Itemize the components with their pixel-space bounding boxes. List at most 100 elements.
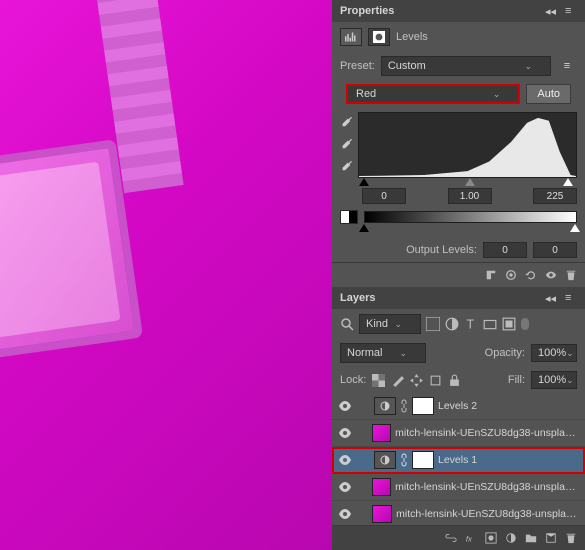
layer-item-levels-2[interactable]: Levels 2 [332, 393, 585, 420]
search-icon[interactable] [340, 317, 354, 331]
channel-row: Red ⌄ Auto [332, 80, 585, 108]
visibility-toggle[interactable] [338, 399, 352, 413]
layer-item-image-copy-2[interactable]: mitch-lensink-UEnSZU8dg38-unsplash copy … [332, 474, 585, 501]
filter-kind-dropdown[interactable]: Kind ⌄ [359, 314, 421, 334]
properties-panel-header[interactable]: Properties ◂◂ ≡ [332, 0, 585, 22]
eyedropper-black-icon[interactable] [340, 116, 352, 128]
layer-list[interactable]: Levels 2 mitch-lensink-UEnSZU8dg38-unspl… [332, 393, 585, 525]
layer-fx-icon[interactable]: fx [465, 532, 477, 544]
lock-artboard-icon[interactable] [429, 374, 442, 387]
input-levels-fields [362, 188, 577, 204]
layer-name: Levels 1 [438, 454, 477, 466]
chevron-down-icon: ⌄ [399, 348, 407, 359]
filter-shape-icon[interactable] [483, 317, 497, 331]
view-previous-icon[interactable] [505, 269, 517, 281]
toggle-visibility-icon[interactable] [545, 269, 557, 281]
lock-row: Lock: Fill: 100% ⌄ [332, 367, 585, 393]
preset-menu-icon[interactable]: ≡ [557, 56, 577, 76]
output-white-slider[interactable] [570, 224, 580, 232]
collapse-icon[interactable]: ◂◂ [545, 5, 557, 17]
histogram[interactable] [358, 112, 577, 178]
blend-mode-dropdown[interactable]: Normal ⌄ [340, 343, 426, 363]
layers-footer: fx [332, 525, 585, 550]
output-black-slider[interactable] [359, 224, 369, 232]
input-white-slider[interactable] [563, 178, 573, 186]
mask-thumb [412, 397, 434, 415]
mask-icon[interactable] [368, 28, 390, 46]
new-layer-icon[interactable] [545, 532, 557, 544]
mask-thumb [412, 451, 434, 469]
new-group-icon[interactable] [525, 532, 537, 544]
output-black-field[interactable] [483, 242, 527, 258]
input-black-field[interactable] [362, 188, 406, 204]
filter-type-icon[interactable]: T [464, 317, 478, 331]
lock-label: Lock: [340, 374, 366, 386]
document-canvas[interactable] [0, 0, 332, 550]
output-gradient[interactable] [364, 211, 577, 223]
input-black-slider[interactable] [359, 178, 369, 186]
add-mask-icon[interactable] [485, 532, 497, 544]
fill-value: 100% [538, 374, 566, 386]
link-layers-icon[interactable] [445, 532, 457, 544]
panel-menu-icon[interactable]: ≡ [565, 5, 577, 17]
levels-histogram-icon[interactable] [340, 28, 362, 46]
adjustment-type-row: Levels [332, 22, 585, 52]
layers-panel-header[interactable]: Layers ◂◂ ≡ [332, 287, 585, 309]
chevron-down-icon: ⌄ [566, 348, 574, 359]
output-levels-row: Output Levels: [332, 234, 585, 262]
output-white-field[interactable] [533, 242, 577, 258]
input-mid-field[interactable] [448, 188, 492, 204]
eyedropper-white-icon[interactable] [340, 160, 352, 172]
visibility-toggle[interactable] [338, 480, 352, 494]
delete-adjustment-icon[interactable] [565, 269, 577, 281]
layer-item-levels-1[interactable]: Levels 1 [332, 447, 585, 474]
output-slider-track[interactable] [362, 224, 577, 234]
eyedropper-gray-icon[interactable] [340, 138, 352, 150]
adjustment-thumb [374, 451, 396, 469]
visibility-toggle[interactable] [338, 507, 352, 521]
preset-dropdown[interactable]: Custom ⌄ [381, 56, 551, 76]
lock-transparency-icon[interactable] [372, 374, 385, 387]
collapse-icon[interactable]: ◂◂ [545, 292, 557, 304]
opacity-label: Opacity: [485, 347, 525, 359]
properties-title: Properties [340, 5, 394, 17]
layer-item-image-copy[interactable]: mitch-lensink-UEnSZU8dg38-unsplash copy [332, 501, 585, 525]
lock-position-icon[interactable] [410, 374, 423, 387]
input-mid-slider[interactable] [465, 178, 475, 186]
link-icon[interactable] [400, 453, 408, 467]
fill-dropdown[interactable]: 100% ⌄ [531, 371, 577, 389]
histogram-section [332, 108, 585, 178]
lock-all-icon[interactable] [448, 374, 461, 387]
visibility-toggle[interactable] [338, 453, 352, 467]
lock-pixels-icon[interactable] [391, 374, 404, 387]
filter-smart-icon[interactable] [502, 317, 516, 331]
layer-name: mitch-lensink-UEnSZU8dg38-unsplash copy [396, 508, 579, 520]
new-adjustment-icon[interactable] [505, 532, 517, 544]
input-slider-track[interactable] [362, 178, 577, 188]
output-levels-label: Output Levels: [406, 244, 477, 256]
panel-menu-icon[interactable]: ≡ [565, 292, 577, 304]
filter-adjustment-icon[interactable] [445, 317, 459, 331]
layer-item-image-copy-3[interactable]: mitch-lensink-UEnSZU8dg38-unsplash copy … [332, 420, 585, 447]
reset-icon[interactable] [525, 269, 537, 281]
delete-layer-icon[interactable] [565, 532, 577, 544]
filter-pixel-icon[interactable] [426, 317, 440, 331]
layer-thumb [372, 478, 391, 496]
svg-text:T: T [466, 317, 474, 331]
link-icon[interactable] [400, 399, 408, 413]
input-white-field[interactable] [533, 188, 577, 204]
fill-label: Fill: [508, 374, 525, 386]
clip-to-layer-icon[interactable] [485, 269, 497, 281]
output-invert-icon[interactable] [340, 210, 358, 224]
properties-footer [332, 262, 585, 287]
channel-dropdown[interactable]: Red ⌄ [346, 84, 520, 104]
preset-value: Custom [388, 60, 426, 72]
opacity-dropdown[interactable]: 100% ⌄ [531, 344, 577, 362]
chevron-down-icon: ⌄ [493, 89, 501, 100]
chevron-down-icon: ⌄ [394, 319, 402, 330]
layer-filter-row: Kind ⌄ T [332, 309, 585, 339]
visibility-toggle[interactable] [338, 426, 352, 440]
auto-button[interactable]: Auto [526, 84, 571, 104]
preset-row: Preset: Custom ⌄ ≡ [332, 52, 585, 80]
filter-toggle-switch[interactable] [521, 318, 529, 330]
